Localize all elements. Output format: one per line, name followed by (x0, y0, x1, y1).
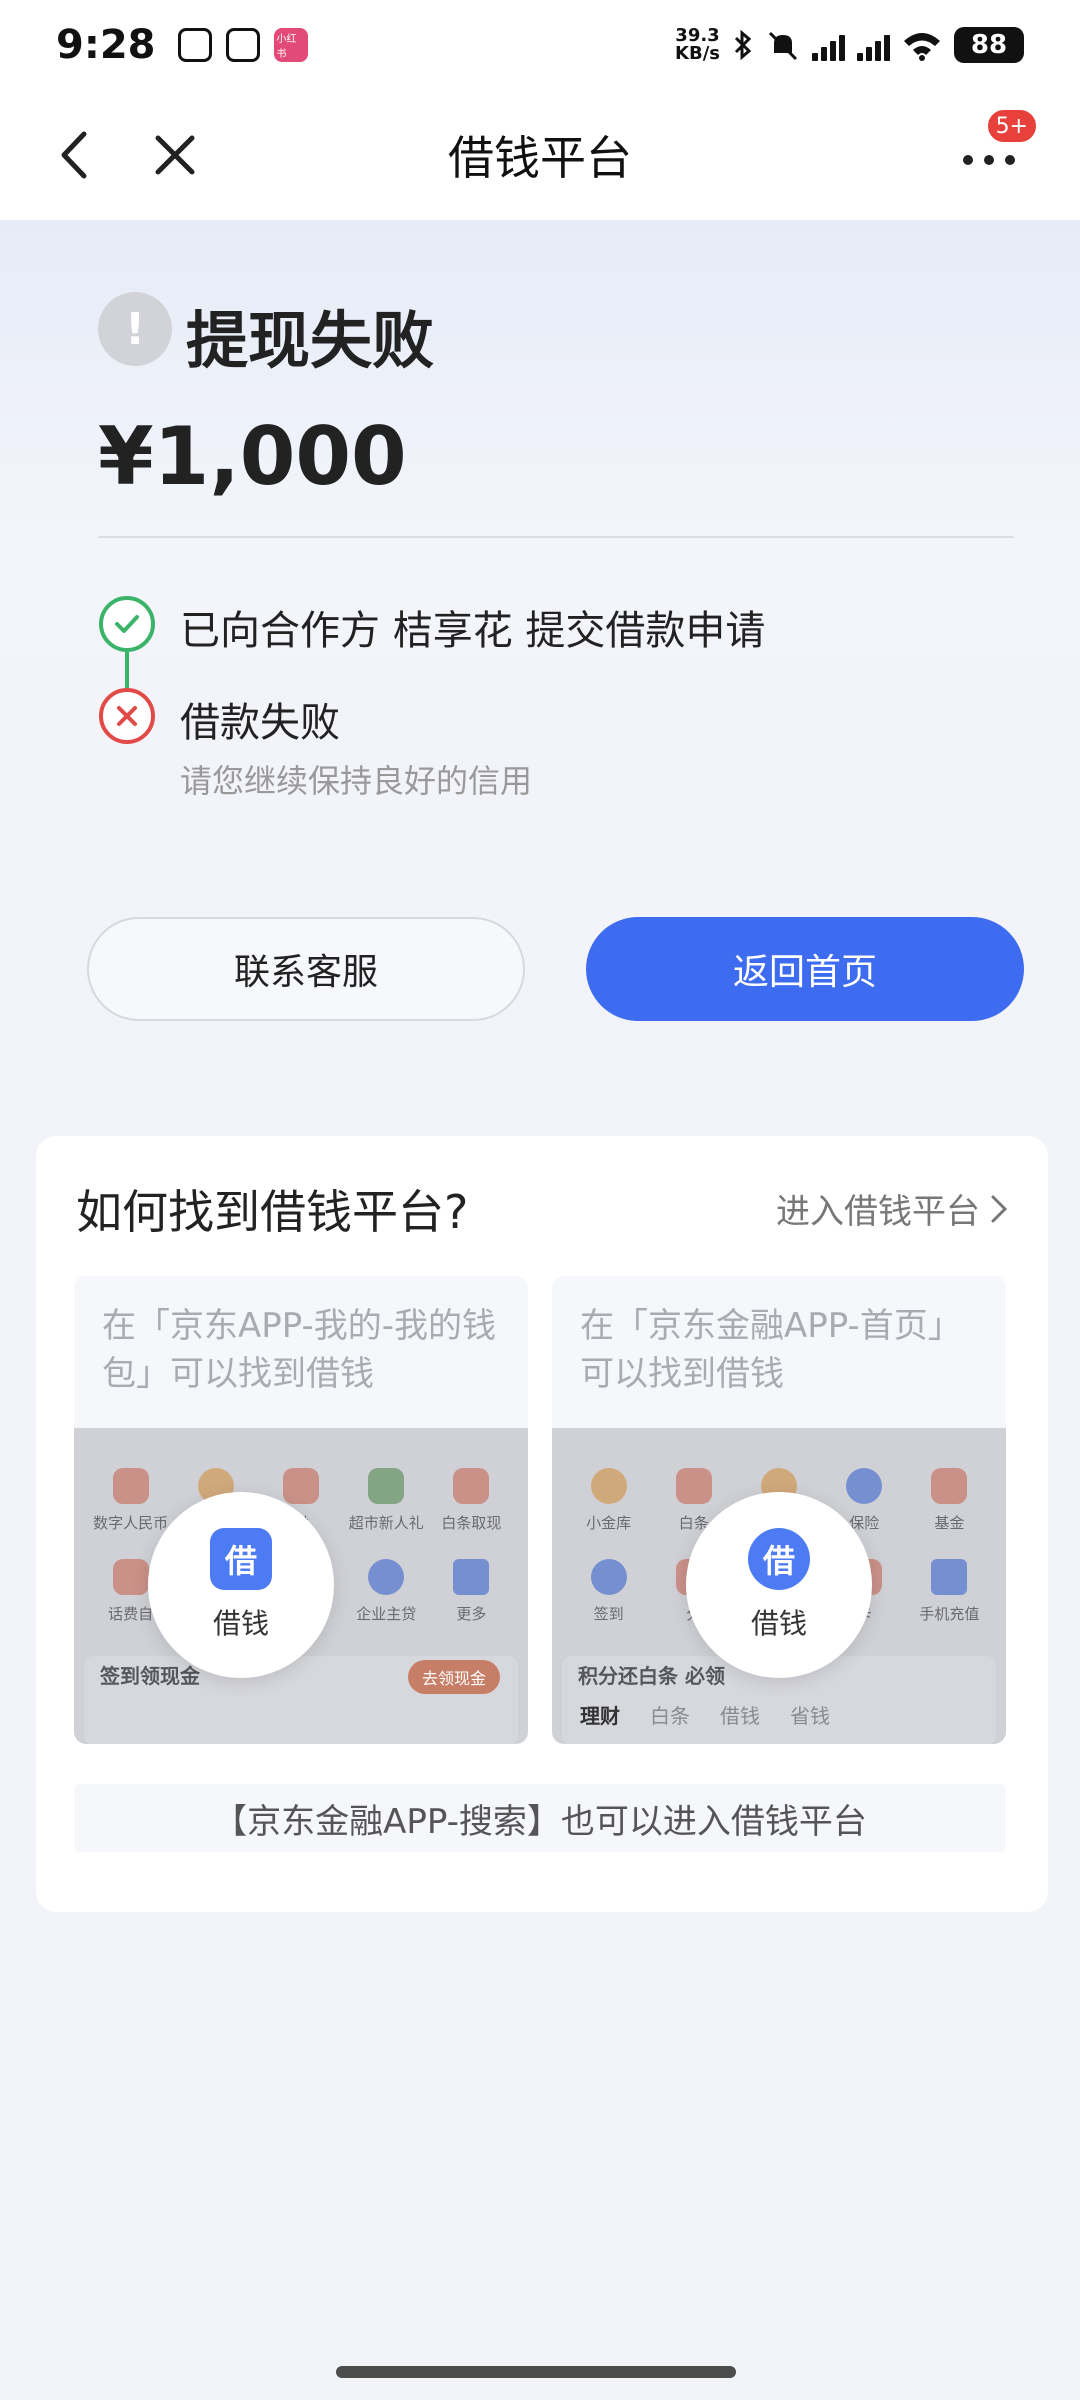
shot-banner-pill: 去领现金 (408, 1660, 500, 1694)
shot-item: 数字人民币 (88, 1468, 173, 1533)
shot-tab: 理财 (580, 1704, 620, 1728)
fund-icon (931, 1468, 968, 1504)
step-failed-text: 借款失败 (180, 700, 340, 746)
guide-jd-app: 在「京东APP-我的-我的钱包」可以找到借钱 数字人民币 付 超市新人礼 白条取… (74, 1276, 528, 1744)
borrow-highlight: 借 借钱 (686, 1492, 872, 1678)
bluetooth-icon (734, 29, 752, 61)
error-x-icon (99, 688, 155, 744)
shot-item: 企业主贷 (344, 1559, 429, 1624)
shot-tabs: 理财 白条 借钱 省钱 (580, 1700, 830, 1729)
wallet-app-icon (225, 28, 260, 62)
signal-5g-1-icon (812, 29, 845, 61)
insurance-icon (846, 1468, 883, 1504)
shot-item: 更多 (429, 1559, 514, 1624)
mute-icon (768, 31, 798, 61)
step-connector (125, 652, 129, 690)
pay-icon (282, 1468, 319, 1504)
step-submitted-text: 已向合作方 桔享花 提交借款申请 (180, 608, 766, 654)
check-icon (99, 596, 155, 652)
warning-icon: ! (98, 292, 172, 366)
borrow-icon: 借 (748, 1528, 810, 1590)
wifi-icon (904, 33, 940, 61)
shot-banner-text: 积分还白条 必领 (578, 1664, 725, 1688)
battery-indicator: 88 (954, 27, 1024, 63)
withdraw-amount: ¥1,000 (98, 410, 407, 503)
home-indicator[interactable] (336, 2366, 736, 2378)
phone-bill-icon (112, 1559, 149, 1595)
baitiao-icon (675, 1468, 712, 1504)
more-grid-icon (453, 1559, 490, 1595)
contact-service-button[interactable]: 联系客服 (87, 917, 525, 1021)
return-home-button[interactable]: 返回首页 (586, 917, 1024, 1021)
guide-text: 在「京东金融APP-首页」可以找到借钱 (580, 1306, 962, 1394)
signal-5g-2-icon (857, 29, 890, 61)
nav-bar: 借钱平台 5+ (0, 90, 1080, 220)
enter-platform-link[interactable]: 进入借钱平台 (776, 1184, 1008, 1233)
guide-text: 在「京东APP-我的-我的钱包」可以找到借钱 (102, 1306, 497, 1394)
network-speed: 39.3 KB/s (675, 25, 720, 64)
borrow-icon: 借 (210, 1528, 272, 1590)
result-title: 提现失败 (186, 304, 435, 377)
status-indicators: 39.3 KB/s 88 (675, 27, 1024, 63)
page-title: 借钱平台 (448, 131, 632, 185)
divider (98, 536, 1014, 538)
status-bar: 9:28 小红书 39.3 KB/s 88 (0, 0, 1080, 90)
shot-item: 超市新人礼 (344, 1468, 429, 1533)
close-icon[interactable] (150, 130, 200, 180)
status-app-icons: 小红书 (177, 28, 308, 62)
cash-icon (453, 1468, 490, 1504)
vault-icon (590, 1468, 627, 1504)
shot-item: 手机充值 (907, 1559, 992, 1624)
search-tip: 【京东金融APP-搜索】也可以进入借钱平台 (74, 1784, 1006, 1852)
guide-card-title: 如何找到借钱平台? (76, 1185, 469, 1239)
enterprise-icon (368, 1559, 405, 1595)
shot-tab: 借钱 (720, 1704, 760, 1728)
shot-tab: 省钱 (790, 1704, 830, 1728)
shot-item: 签到 (566, 1559, 651, 1624)
status-time: 9:28 (56, 22, 156, 68)
shot-tab: 白条 (650, 1704, 690, 1728)
clock-app-icon (177, 28, 212, 62)
step-failed-subtext: 请您继续保持良好的信用 (180, 762, 533, 800)
chevron-right-icon (991, 1195, 1008, 1222)
borrow-highlight: 借 借钱 (148, 1492, 334, 1678)
shot-item: 白条取现 (429, 1468, 514, 1533)
gift-icon (368, 1468, 405, 1504)
guide-card: 如何找到借钱平台? 进入借钱平台 在「京东APP-我的-我的钱包」可以找到借钱 … (36, 1136, 1048, 1912)
signin-icon (590, 1559, 627, 1595)
back-icon[interactable] (50, 128, 100, 182)
xiaohongshu-app-icon: 小红书 (273, 28, 308, 62)
notification-badge: 5+ (985, 108, 1038, 144)
recharge-icon (931, 1559, 968, 1595)
shot-item: 小金库 (566, 1468, 651, 1533)
guide-jd-finance-app: 在「京东金融APP-首页」可以找到借钱 小金库 白条 保险 基金 签到 分 卡 … (552, 1276, 1006, 1744)
rmb-icon (112, 1468, 149, 1504)
enter-platform-label: 进入借钱平台 (776, 1192, 980, 1232)
borrow-label: 借钱 (750, 1607, 807, 1640)
borrow-label: 借钱 (212, 1607, 269, 1640)
shot-banner-text: 签到领现金 (100, 1664, 200, 1688)
shot-item: 基金 (907, 1468, 992, 1533)
